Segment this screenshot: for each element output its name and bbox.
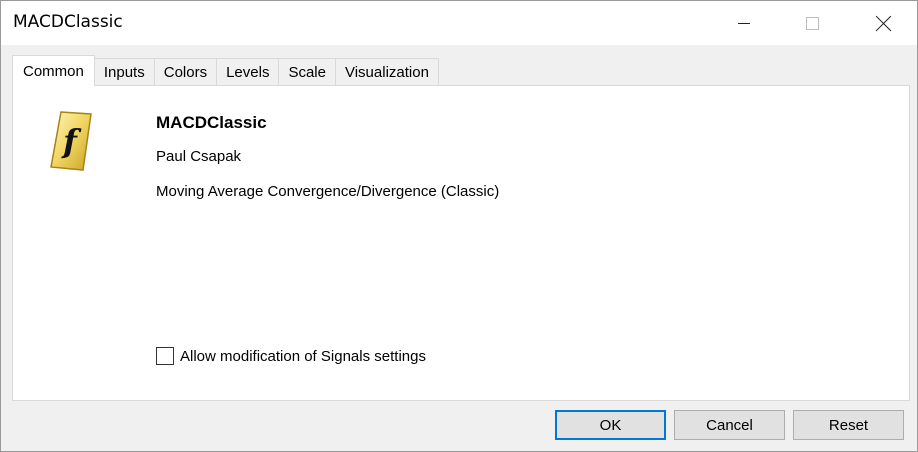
tab-inputs[interactable]: Inputs <box>94 58 155 86</box>
tab-common[interactable]: Common <box>12 55 95 86</box>
maximize-button[interactable] <box>783 1 841 45</box>
reset-button[interactable]: Reset <box>793 410 904 440</box>
close-button[interactable] <box>855 1 913 45</box>
title-bar: MACDClassic <box>1 1 917 45</box>
close-icon <box>876 15 892 31</box>
dialog-window: MACDClassic Common Inputs Colors Levels … <box>0 0 918 452</box>
allow-signals-row[interactable]: Allow modification of Signals settings <box>156 347 426 365</box>
allow-signals-label[interactable]: Allow modification of Signals settings <box>180 348 426 365</box>
tab-strip: Common Inputs Colors Levels Scale Visual… <box>12 55 439 86</box>
function-icon: f <box>50 111 92 171</box>
indicator-name: MACDClassic <box>156 113 267 132</box>
common-panel: f MACDClassic Paul Csapak Moving Average… <box>12 85 910 401</box>
minimize-icon <box>738 22 750 24</box>
indicator-author: Paul Csapak <box>156 148 242 165</box>
maximize-icon <box>805 16 819 30</box>
tab-colors[interactable]: Colors <box>154 58 218 86</box>
tab-visualization[interactable]: Visualization <box>335 58 439 86</box>
allow-signals-checkbox[interactable] <box>156 347 174 365</box>
minimize-button[interactable] <box>715 1 773 45</box>
cancel-button[interactable]: Cancel <box>674 410 785 440</box>
tab-scale[interactable]: Scale <box>279 58 336 86</box>
window-title: MACDClassic <box>13 12 123 32</box>
tab-levels[interactable]: Levels <box>217 58 280 86</box>
ok-button[interactable]: OK <box>555 410 666 440</box>
indicator-description: Moving Average Convergence/Divergence (C… <box>156 183 500 200</box>
